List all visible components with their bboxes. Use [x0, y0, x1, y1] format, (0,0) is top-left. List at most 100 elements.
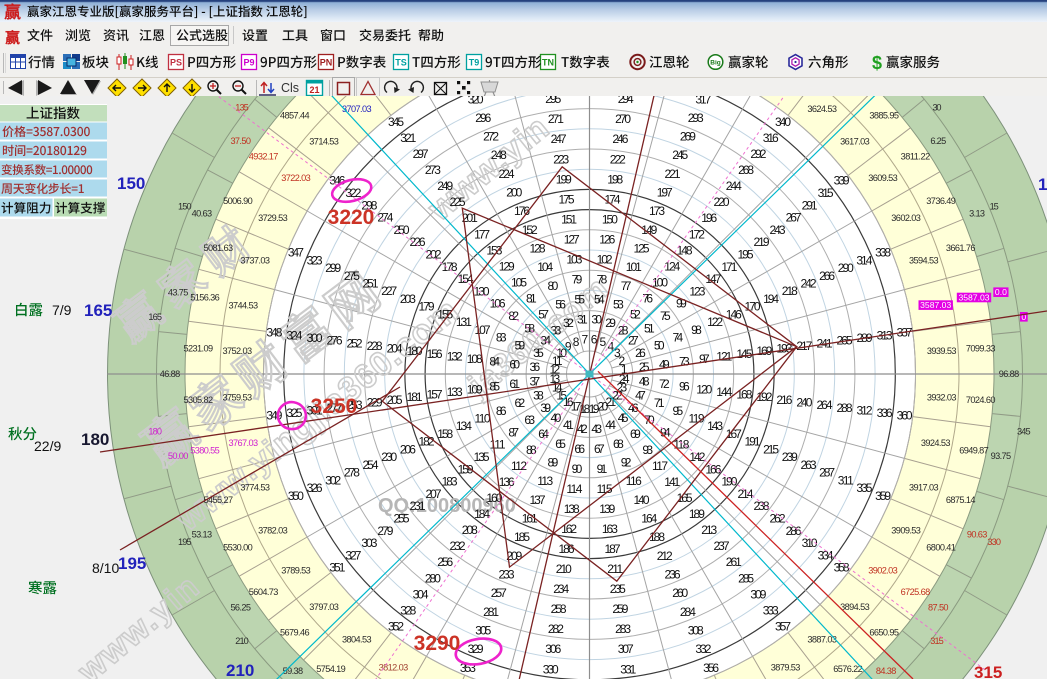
- svg-text:290: 290: [838, 261, 854, 275]
- svg-text:127: 127: [564, 232, 580, 246]
- svg-text:239: 239: [782, 450, 798, 464]
- svg-text:207: 207: [426, 487, 442, 501]
- svg-text:32: 32: [563, 316, 574, 330]
- svg-text:6949.87: 6949.87: [959, 446, 989, 456]
- svg-text:230: 230: [381, 450, 397, 464]
- svg-text:128: 128: [530, 242, 546, 256]
- svg-text:178: 178: [442, 260, 458, 274]
- svg-text:67: 67: [594, 442, 605, 456]
- svg-text:182: 182: [419, 435, 435, 449]
- svg-text:137: 137: [530, 493, 546, 507]
- svg-text:283: 283: [615, 622, 631, 636]
- svg-text:125: 125: [634, 242, 650, 256]
- svg-text:68: 68: [613, 437, 624, 451]
- svg-text:3624.53: 3624.53: [807, 104, 837, 114]
- svg-text:312: 312: [857, 403, 873, 417]
- svg-text:195: 195: [118, 554, 146, 573]
- svg-text:40: 40: [551, 411, 562, 425]
- svg-text:84: 84: [489, 355, 500, 369]
- svg-text:190: 190: [721, 475, 737, 489]
- svg-text:3609.53: 3609.53: [868, 173, 898, 183]
- svg-text:340: 340: [775, 115, 791, 129]
- svg-text:179: 179: [419, 300, 435, 314]
- svg-text:109: 109: [467, 382, 483, 396]
- svg-text:3587.03: 3587.03: [958, 293, 989, 303]
- svg-text:251: 251: [363, 277, 379, 291]
- svg-text:332: 332: [695, 642, 711, 656]
- svg-text:231: 231: [410, 499, 426, 513]
- svg-text:233: 233: [499, 568, 515, 582]
- svg-text:187: 187: [605, 542, 621, 556]
- svg-text:360: 360: [897, 409, 913, 423]
- svg-text:72: 72: [659, 377, 670, 391]
- svg-text:85: 85: [489, 380, 500, 394]
- svg-text:79: 79: [572, 272, 583, 286]
- svg-text:242: 242: [801, 277, 817, 291]
- svg-text:93.75: 93.75: [991, 451, 1012, 461]
- svg-text:78: 78: [597, 272, 608, 286]
- svg-text:5604.73: 5604.73: [249, 587, 279, 597]
- svg-text:267: 267: [786, 211, 802, 225]
- svg-text:282: 282: [548, 622, 564, 636]
- svg-text:213: 213: [701, 523, 717, 537]
- svg-text:3767.03: 3767.03: [229, 438, 259, 448]
- svg-text:112: 112: [511, 459, 527, 473]
- svg-text:164: 164: [641, 512, 657, 526]
- svg-text:114: 114: [566, 482, 582, 496]
- svg-text:56: 56: [555, 298, 566, 312]
- svg-text:88: 88: [526, 443, 537, 457]
- svg-text:323: 323: [307, 253, 323, 267]
- svg-text:86: 86: [496, 404, 507, 418]
- svg-text:71: 71: [654, 396, 665, 410]
- svg-text:188: 188: [649, 530, 665, 544]
- svg-text:210: 210: [235, 636, 249, 646]
- svg-text:177: 177: [474, 227, 490, 241]
- svg-text:317: 317: [695, 96, 711, 106]
- svg-text:269: 269: [680, 130, 696, 144]
- svg-text:263: 263: [801, 458, 817, 472]
- svg-text:219: 219: [754, 235, 770, 249]
- svg-text:259: 259: [612, 602, 628, 616]
- svg-text:294: 294: [618, 96, 634, 106]
- svg-text:60: 60: [509, 357, 520, 371]
- svg-text:3587.03: 3587.03: [920, 300, 951, 310]
- svg-text:101: 101: [626, 260, 642, 274]
- svg-text:248: 248: [491, 148, 507, 162]
- svg-text:333: 333: [763, 603, 779, 617]
- svg-text:331: 331: [620, 662, 636, 676]
- svg-text:139: 139: [599, 502, 615, 516]
- svg-text:53: 53: [613, 298, 624, 312]
- svg-text:191: 191: [745, 435, 761, 449]
- svg-text:247: 247: [551, 132, 567, 146]
- svg-text:151: 151: [561, 212, 577, 226]
- svg-text:254: 254: [363, 458, 379, 472]
- svg-text:135: 135: [474, 450, 490, 464]
- svg-text:3902.03: 3902.03: [868, 565, 898, 575]
- svg-text:293: 293: [688, 111, 704, 125]
- svg-text:165: 165: [84, 301, 112, 320]
- svg-text:196: 196: [701, 211, 717, 225]
- svg-text:240: 240: [796, 396, 812, 410]
- svg-text:104: 104: [537, 260, 553, 274]
- svg-text:174: 174: [605, 192, 621, 206]
- svg-text:280: 280: [425, 571, 441, 585]
- svg-text:87.50: 87.50: [928, 602, 949, 612]
- svg-text:171: 171: [721, 260, 737, 274]
- svg-text:348: 348: [266, 326, 282, 340]
- svg-text:315: 315: [974, 663, 1002, 679]
- svg-text:5679.46: 5679.46: [280, 628, 310, 638]
- svg-text:165: 165: [148, 312, 162, 322]
- svg-text:65: 65: [555, 437, 566, 451]
- svg-text:3714.53: 3714.53: [309, 137, 339, 147]
- svg-text:185: 185: [514, 530, 530, 544]
- svg-text:180: 180: [81, 430, 109, 449]
- svg-text:6800.41: 6800.41: [926, 543, 956, 553]
- svg-text:279: 279: [377, 524, 393, 538]
- svg-text:3932.03: 3932.03: [927, 392, 957, 402]
- svg-text:51: 51: [644, 321, 655, 335]
- svg-text:113: 113: [537, 474, 553, 488]
- svg-text:75: 75: [660, 309, 671, 323]
- svg-text:271: 271: [548, 112, 564, 126]
- svg-text:235: 235: [610, 582, 626, 596]
- svg-text:227: 227: [381, 284, 397, 298]
